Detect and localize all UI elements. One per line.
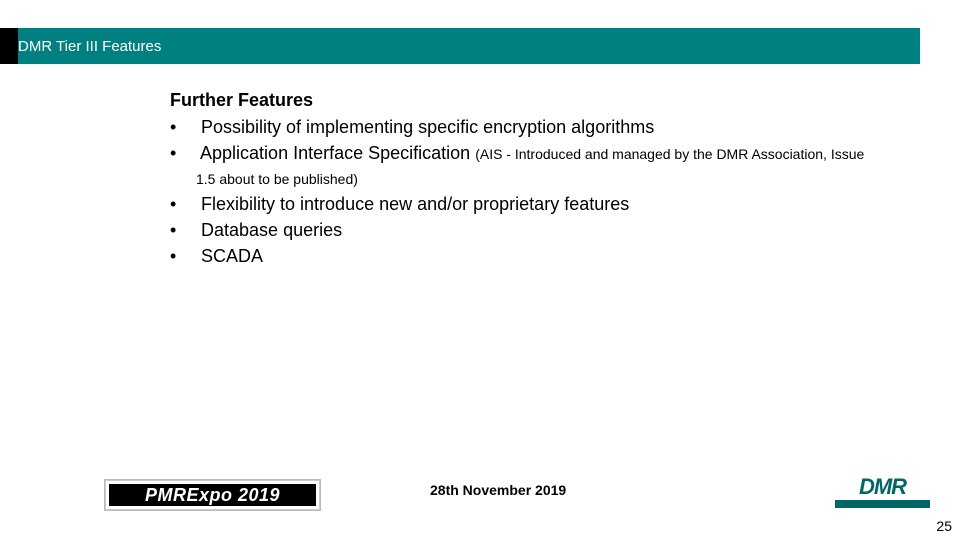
list-item: Flexibility to introduce new and/or prop…	[170, 192, 870, 216]
dmr-logo-bar	[835, 500, 930, 508]
title-bar-text: DMR Tier III Features	[18, 38, 161, 55]
list-item: Database queries	[170, 218, 870, 242]
list-item: SCADA	[170, 244, 870, 268]
bullet-text: Possibility of implementing specific enc…	[201, 117, 654, 137]
bullet-text: Application Interface Specification	[200, 143, 475, 163]
page-number: 25	[936, 518, 952, 534]
bullet-text: Database queries	[201, 220, 342, 240]
dmr-logo: DMR	[835, 476, 930, 510]
bullet-list: Possibility of implementing specific enc…	[170, 115, 870, 269]
pmrexpo-logo: PMRExpo 2019	[105, 480, 320, 510]
dmr-logo-text: DMR	[859, 476, 906, 498]
title-bar: DMR Tier III Features	[0, 28, 920, 64]
slide: DMR Tier III Features Further Features P…	[0, 0, 960, 540]
bullet-text: Flexibility to introduce new and/or prop…	[201, 194, 629, 214]
pmrexpo-logo-text: PMRExpo 2019	[145, 485, 280, 506]
list-item: Application Interface Specification (AIS…	[170, 141, 870, 190]
bullet-text: SCADA	[201, 246, 263, 266]
title-bar-black-strip	[0, 28, 18, 64]
footer-date: 28th November 2019	[430, 482, 566, 498]
list-item: Possibility of implementing specific enc…	[170, 115, 870, 139]
section-heading: Further Features	[170, 90, 870, 111]
content-block: Further Features Possibility of implemen…	[170, 90, 870, 271]
